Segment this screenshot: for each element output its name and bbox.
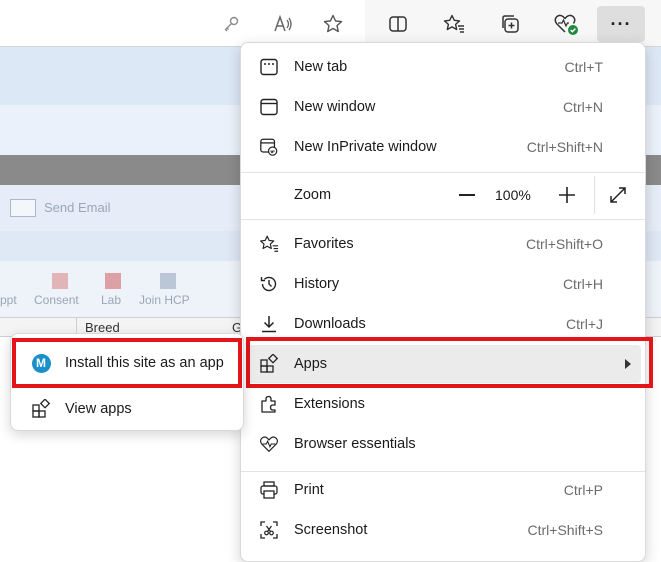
fullscreen-icon bbox=[610, 187, 626, 203]
menu-label: Favorites bbox=[294, 236, 354, 252]
apps-submenu: M Install this site as an app View apps bbox=[10, 333, 244, 431]
menu-item-downloads[interactable]: Downloads Ctrl+J bbox=[247, 305, 641, 343]
lab-icon[interactable] bbox=[105, 273, 121, 289]
menu-label: New window bbox=[294, 99, 376, 115]
menu-separator bbox=[241, 219, 645, 220]
submenu-label: Install this site as an app bbox=[65, 355, 224, 371]
new-tab-icon bbox=[259, 57, 279, 77]
print-icon bbox=[259, 480, 279, 500]
menu-shortcut: Ctrl+H bbox=[562, 276, 603, 292]
menu-item-new-inprivate-window[interactable]: New InPrivate window Ctrl+Shift+N bbox=[247, 128, 641, 166]
browser-essentials-heart-icon bbox=[259, 434, 279, 454]
history-icon bbox=[259, 274, 279, 294]
menu-label: Extensions bbox=[294, 396, 365, 412]
menu-label: Browser essentials bbox=[294, 436, 416, 452]
download-icon bbox=[259, 314, 279, 334]
minus-icon bbox=[459, 194, 475, 196]
tool-label-join-hcp: Join HCP bbox=[139, 293, 190, 307]
menu-shortcut: Ctrl+Shift+O bbox=[525, 236, 603, 252]
screenshot-icon bbox=[259, 520, 279, 540]
menu-label: Zoom bbox=[294, 187, 332, 203]
menu-item-print[interactable]: Print Ctrl+P bbox=[247, 471, 641, 509]
menu-item-new-tab[interactable]: New tab Ctrl+T bbox=[247, 48, 641, 86]
tool-label-lab: Lab bbox=[101, 293, 122, 307]
menu-item-screenshot[interactable]: Screenshot Ctrl+Shift+S bbox=[247, 511, 641, 549]
collections-icon[interactable] bbox=[493, 8, 527, 40]
zoom-out-button[interactable] bbox=[453, 184, 481, 206]
browser-toolbar: ··· bbox=[0, 0, 661, 46]
zoom-in-button[interactable] bbox=[553, 184, 581, 206]
menu-item-extensions[interactable]: Extensions bbox=[247, 385, 641, 423]
address-bar[interactable] bbox=[0, 0, 365, 46]
submenu-arrow-icon bbox=[625, 359, 631, 369]
menu-item-apps[interactable]: Apps bbox=[247, 345, 641, 383]
view-apps-icon bbox=[31, 399, 51, 419]
menu-label: Downloads bbox=[294, 316, 366, 332]
zoom-divider bbox=[594, 176, 595, 214]
menu-label: New tab bbox=[294, 59, 348, 75]
menu-item-zoom: Zoom 100% bbox=[247, 176, 641, 214]
submenu-item-install-site-as-app[interactable]: M Install this site as an app bbox=[17, 344, 239, 382]
favorites-icon bbox=[259, 234, 279, 254]
app-logo-letter: M bbox=[31, 353, 51, 373]
menu-shortcut: Ctrl+P bbox=[563, 482, 603, 498]
menu-shortcut: Ctrl+T bbox=[564, 59, 604, 75]
browser-essentials-icon[interactable] bbox=[549, 8, 583, 40]
menu-shortcut: Ctrl+Shift+S bbox=[527, 522, 603, 538]
read-aloud-icon[interactable] bbox=[266, 8, 300, 40]
menu-item-browser-essentials[interactable]: Browser essentials bbox=[247, 425, 641, 463]
favorites-icon[interactable] bbox=[437, 8, 471, 40]
menu-label: Apps bbox=[294, 356, 328, 372]
consent-icon[interactable] bbox=[52, 273, 68, 289]
key-icon[interactable] bbox=[214, 8, 248, 40]
menu-item-favorites[interactable]: Favorites Ctrl+Shift+O bbox=[247, 225, 641, 263]
submenu-item-view-apps[interactable]: View apps bbox=[17, 390, 239, 428]
zoom-level: 100% bbox=[495, 187, 531, 203]
more-icon: ··· bbox=[610, 13, 632, 34]
extensions-icon bbox=[259, 394, 279, 414]
inprivate-icon bbox=[259, 137, 279, 157]
new-window-icon bbox=[259, 97, 279, 117]
menu-shortcut: Ctrl+Shift+N bbox=[526, 139, 603, 155]
settings-menu: New tab Ctrl+T New window Ctrl+N New InP… bbox=[240, 42, 646, 562]
email-icon[interactable] bbox=[10, 199, 36, 217]
fullscreen-button[interactable] bbox=[605, 184, 631, 206]
menu-label: Print bbox=[294, 482, 324, 498]
split-screen-icon[interactable] bbox=[381, 8, 415, 40]
plus-icon bbox=[559, 187, 575, 203]
more-menu-button[interactable]: ··· bbox=[597, 6, 645, 42]
menu-item-new-window[interactable]: New window Ctrl+N bbox=[247, 88, 641, 126]
menu-label: New InPrivate window bbox=[294, 139, 437, 155]
favorite-star-icon[interactable] bbox=[316, 8, 350, 40]
tool-label-ppt: ppt bbox=[0, 293, 17, 307]
menu-shortcut: Ctrl+J bbox=[566, 316, 603, 332]
menu-label: History bbox=[294, 276, 340, 292]
join-hcp-icon[interactable] bbox=[160, 273, 176, 289]
site-app-logo-icon: M bbox=[31, 353, 51, 373]
menu-item-history[interactable]: History Ctrl+H bbox=[247, 265, 641, 303]
submenu-label: View apps bbox=[65, 401, 132, 417]
menu-label: Screenshot bbox=[294, 522, 368, 538]
send-email-link[interactable]: Send Email bbox=[44, 200, 110, 215]
menu-shortcut: Ctrl+N bbox=[562, 99, 603, 115]
tool-label-consent: Consent bbox=[34, 293, 79, 307]
apps-icon bbox=[259, 354, 279, 374]
menu-separator bbox=[241, 172, 645, 173]
